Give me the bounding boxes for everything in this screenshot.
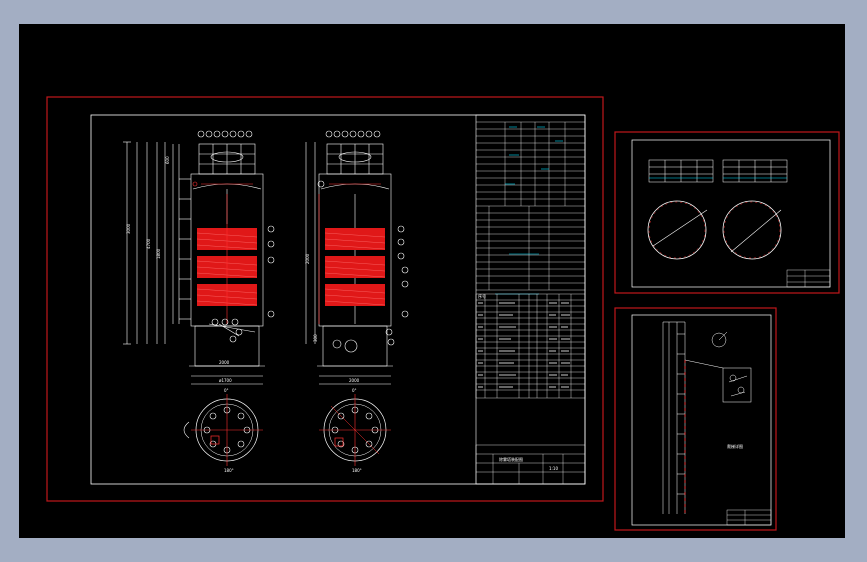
ladder-sheet-layout-frame[interactable]: [614, 307, 777, 531]
drawing-scale: 1:10: [549, 466, 558, 471]
plan-left-label-0: 0°: [224, 388, 229, 393]
dim-text-side-2000b: 2000: [349, 378, 360, 383]
ladder-note: 爬梯详图: [727, 443, 743, 449]
ring-sheet-border: [631, 139, 831, 288]
cad-model-space-viewport[interactable]: 3000 4700 1800 600 2000 ø1700 2000 300 2…: [19, 24, 845, 538]
plan-right-label-0: 0°: [352, 388, 357, 393]
ladder-sheet-title-block: [726, 509, 772, 526]
ring-sheet-layout-frame[interactable]: [614, 131, 840, 294]
ring-detail-right: [722, 200, 782, 260]
cad-drawing-canvas: 3000 4700 1800 600 2000 ø1700 2000 300 2…: [46, 96, 840, 531]
parts-list-header: 序号: [478, 293, 486, 299]
title-block-grid: [476, 121, 585, 291]
ring-sheet-grid-right: [722, 159, 788, 183]
dim-text-600: 600: [165, 156, 170, 164]
title-block: [475, 114, 586, 485]
dim-text-side-300: 300: [313, 334, 318, 342]
dim-text-side-2000: 2000: [305, 253, 310, 264]
ring-sheet-grid-left: [648, 159, 714, 183]
plan-left-label-180: 180°: [224, 468, 234, 473]
dim-text-2000: 2000: [219, 360, 230, 365]
plan-view-right: 180° 0°: [319, 388, 391, 473]
plan-right-label-180: 180°: [352, 468, 362, 473]
ladder-elevation: [662, 321, 724, 514]
parts-list-text-marks: [478, 302, 570, 388]
ladder-sheet-border: [631, 314, 772, 526]
parts-list-table: [475, 293, 586, 399]
dim-text-1800: 1800: [156, 248, 161, 259]
title-block-bottom: [475, 444, 586, 485]
ring-sheet-title-block: [786, 269, 831, 288]
ring-detail-left: [647, 200, 708, 260]
dim-text-diameter: ø1700: [219, 378, 232, 383]
dim-text-4700: 4700: [146, 238, 151, 249]
dim-text-3000: 3000: [126, 223, 131, 234]
drawing-title: 除雾塔装配图: [499, 456, 523, 462]
plan-view-left: 180° 0°: [183, 388, 263, 473]
